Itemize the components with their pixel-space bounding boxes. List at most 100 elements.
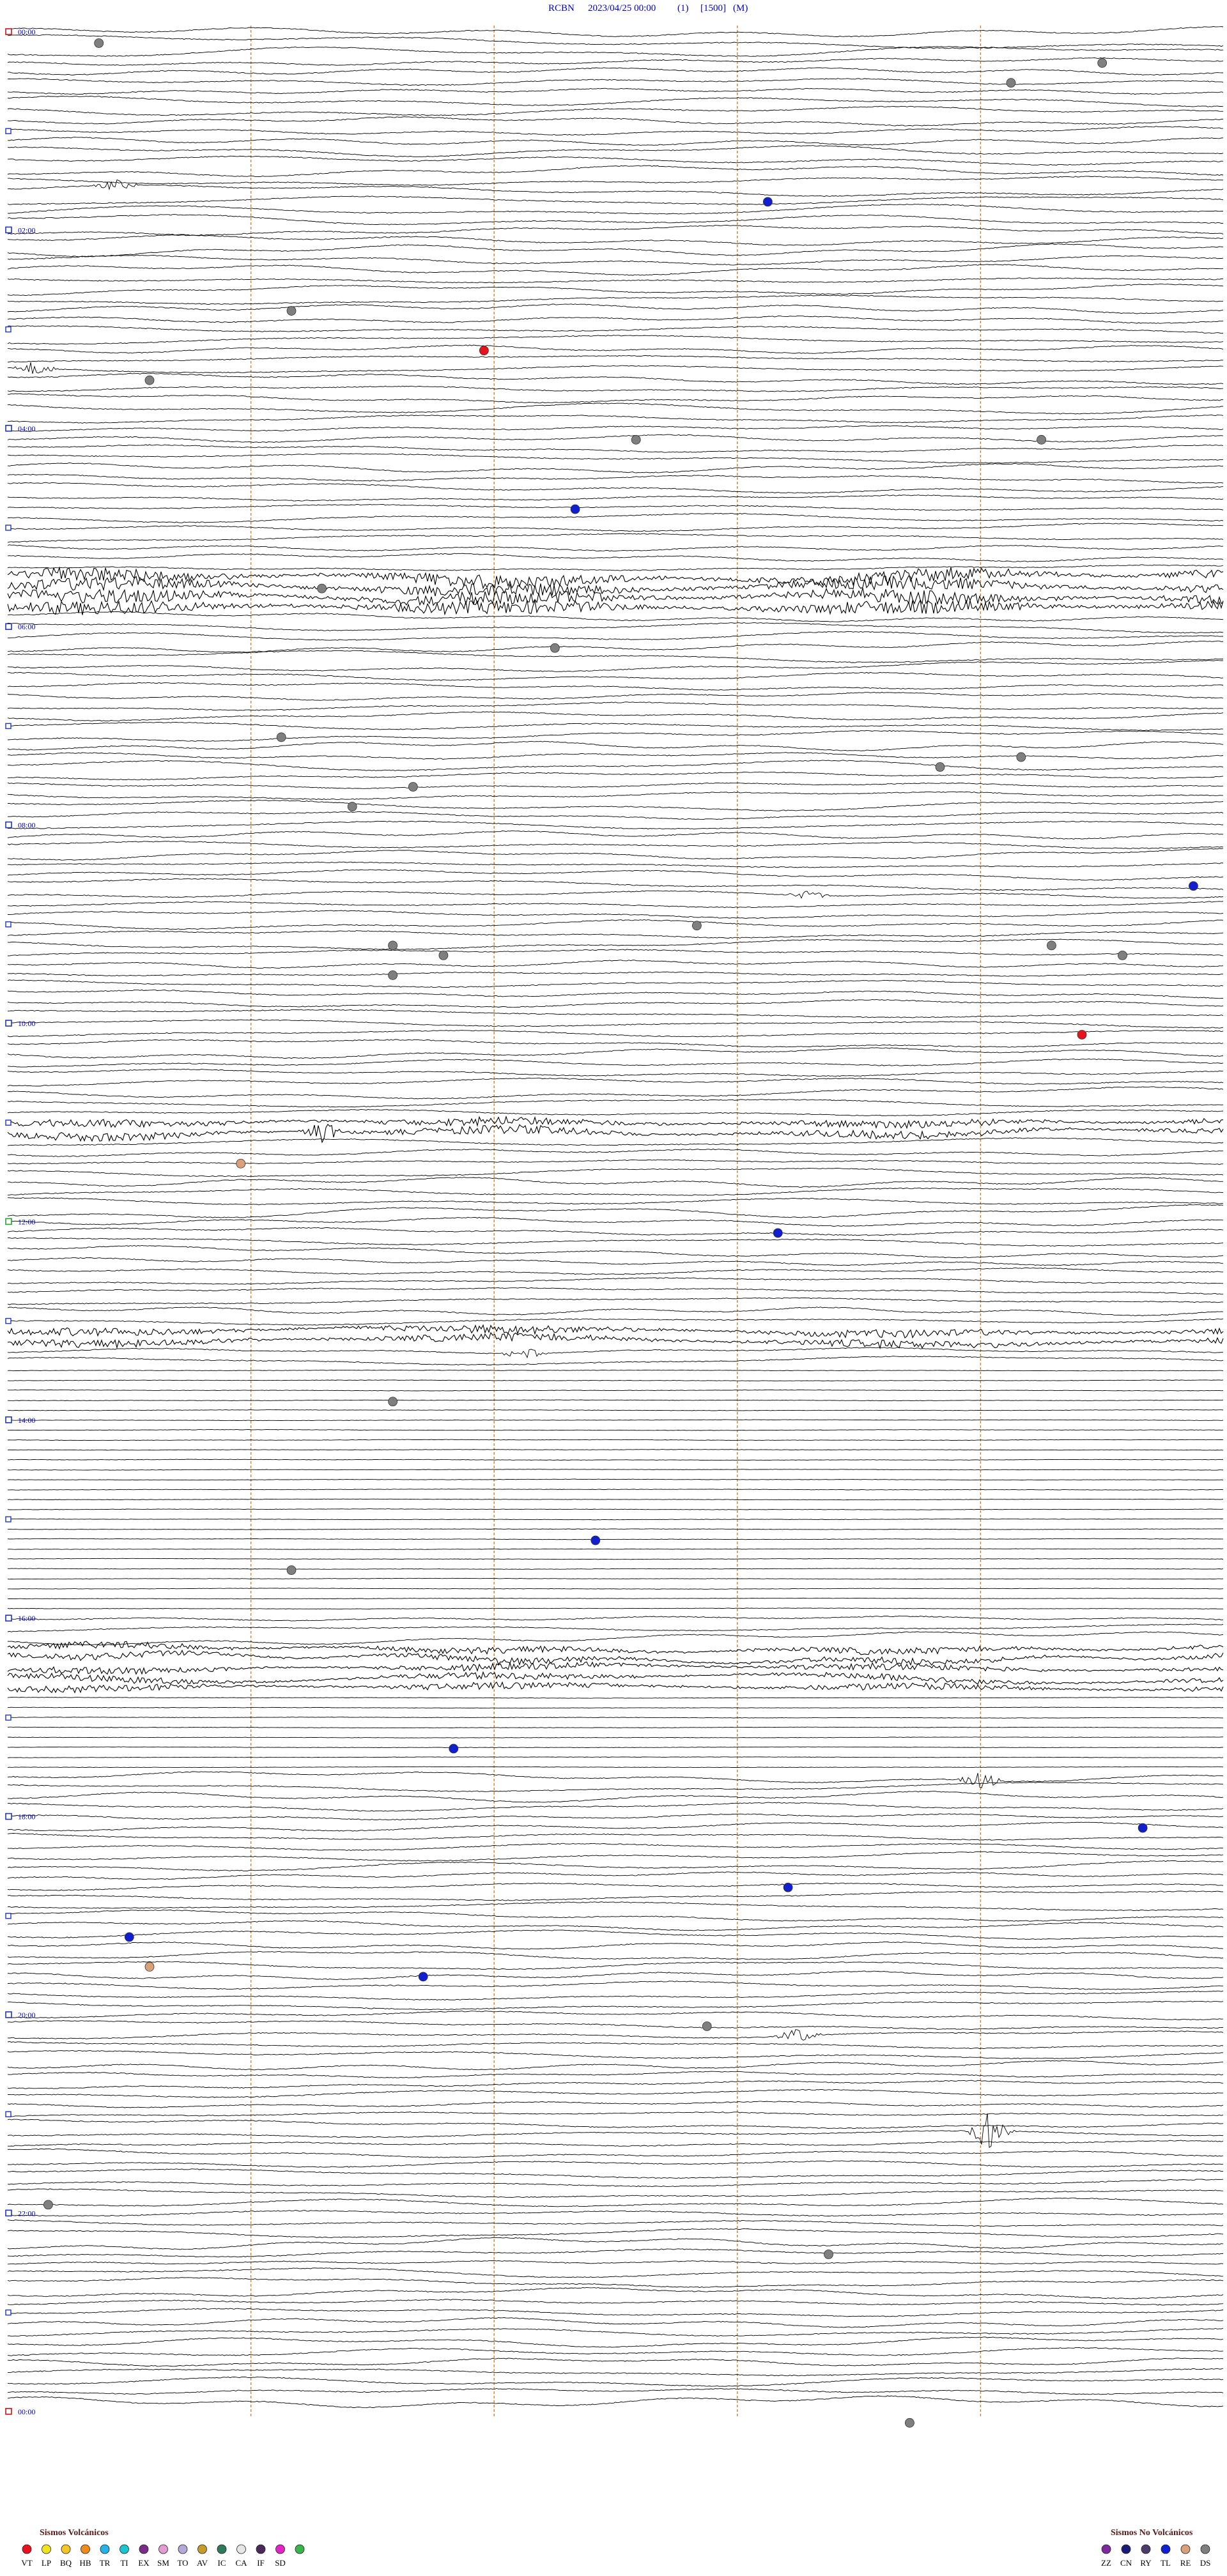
trace-line (7, 650, 1224, 663)
trace-line (8, 176, 1224, 186)
event-marker-ds (438, 950, 449, 960)
legend-swatch (158, 2544, 168, 2554)
legend-swatch (100, 2544, 110, 2554)
trace-line (7, 2237, 1224, 2250)
trace-line (7, 1449, 1224, 1451)
trace-line (7, 564, 1224, 571)
legend-code-sm: SM (157, 2558, 169, 2568)
legend-swatch (1121, 2544, 1131, 2554)
trace-line (7, 1331, 1224, 1350)
event-marker-ds (347, 802, 357, 811)
trace-line (7, 1115, 1224, 1130)
legend-code-ex: EX (138, 2558, 150, 2568)
trace-line (7, 1216, 1224, 1227)
trace-line (7, 1267, 1223, 1275)
trace-line (7, 1039, 1224, 1048)
legend-swatch (1180, 2544, 1191, 2554)
trace-line (7, 919, 1224, 930)
trace-line (7, 2336, 1224, 2348)
half-hour-tick-marker (5, 1516, 12, 1522)
trace-line (7, 2395, 1224, 2409)
event-marker-ds (904, 2418, 914, 2428)
trace-line (7, 782, 1224, 789)
trace-line (7, 1324, 1224, 1338)
trace-line (7, 137, 1224, 146)
trace-line (7, 1108, 1224, 1117)
trace-line (7, 2080, 1224, 2089)
trace-line (7, 1019, 1224, 1029)
half-hour-tick-marker (5, 326, 12, 333)
trace-line (7, 1649, 1224, 1666)
trace-line (7, 453, 1224, 464)
hour-label: 12:00 (18, 1217, 35, 1226)
trace-line (7, 254, 1224, 266)
trace-line (7, 2317, 1224, 2328)
trace-line (7, 1077, 1224, 1087)
trace-line (7, 1771, 1224, 1788)
legend-swatch (1200, 2544, 1210, 2554)
legend-code-bq: BQ (60, 2558, 72, 2568)
trace-line (7, 890, 1224, 899)
trace-line (7, 1518, 1224, 1521)
trace-line (7, 671, 1224, 681)
trace-line (7, 791, 1224, 801)
event-marker-tl (1189, 881, 1198, 891)
trace-line (7, 1347, 1224, 1359)
half-hour-tick-marker (5, 128, 12, 134)
trace-line (7, 1615, 1224, 1621)
trace-line (7, 599, 1224, 616)
trace-line (7, 1159, 1223, 1165)
trace-line (7, 295, 1223, 305)
trace-line (7, 1409, 1224, 1411)
legend-code-av: AV (197, 2558, 208, 2568)
trace-line (7, 1990, 1224, 2000)
event-marker-ds (388, 940, 398, 951)
trace-line (7, 385, 1224, 392)
trace-line (7, 462, 1224, 473)
legend-swatch (61, 2544, 71, 2554)
half-hour-tick-marker (5, 525, 12, 531)
trace-line (7, 930, 1224, 939)
trace-line (7, 1821, 1224, 1832)
trace-line (7, 1981, 1224, 1990)
trace-line (7, 730, 1223, 742)
trace-line (7, 283, 1224, 296)
trace-line (7, 1237, 1224, 1246)
trace-line (7, 2089, 1223, 2098)
event-marker-ds (702, 2021, 712, 2031)
trace-line (7, 234, 1224, 246)
hour-label: 20:00 (18, 2011, 35, 2020)
trace-line (7, 1920, 1224, 1931)
trace-line (7, 225, 1224, 236)
trace-line (7, 503, 1224, 511)
trace-line (7, 67, 1224, 76)
legend-code-ds: DS (1200, 2558, 1211, 2568)
half-hour-tick-marker (5, 2309, 12, 2316)
scale-label: [1500] (700, 3, 726, 13)
volcanic-legend-items: VT LP BQ HB TR TI EX SM TO AV IC CA IF SD (21, 2544, 305, 2568)
seismic-traces (7, 26, 1224, 2409)
event-marker-ds (824, 2250, 833, 2259)
half-hour-tick-marker (5, 723, 12, 730)
hour-tick-marker (5, 226, 12, 234)
event-marker-tl (124, 1932, 134, 1942)
event-marker-ds (388, 970, 398, 980)
legend-swatch (197, 2544, 207, 2554)
trace-line (7, 1717, 1223, 1719)
trace-line (7, 2029, 1224, 2041)
trace-line (7, 2299, 1224, 2306)
trace-line (7, 165, 1224, 177)
trace-line (7, 1356, 1224, 1366)
trace-line (7, 2260, 1224, 2265)
trace-line (7, 2041, 1224, 2050)
trace-line (7, 1736, 1224, 1738)
trace-line (7, 999, 1224, 1008)
trace-line (7, 1577, 1224, 1580)
legend-swatch (139, 2544, 149, 2554)
trace-line (7, 611, 1224, 622)
trace-line (7, 414, 1224, 424)
trace-line (7, 494, 1224, 502)
trace-line (7, 1860, 1224, 1872)
trace-line (7, 1124, 1224, 1144)
minute-guides (250, 26, 982, 2417)
